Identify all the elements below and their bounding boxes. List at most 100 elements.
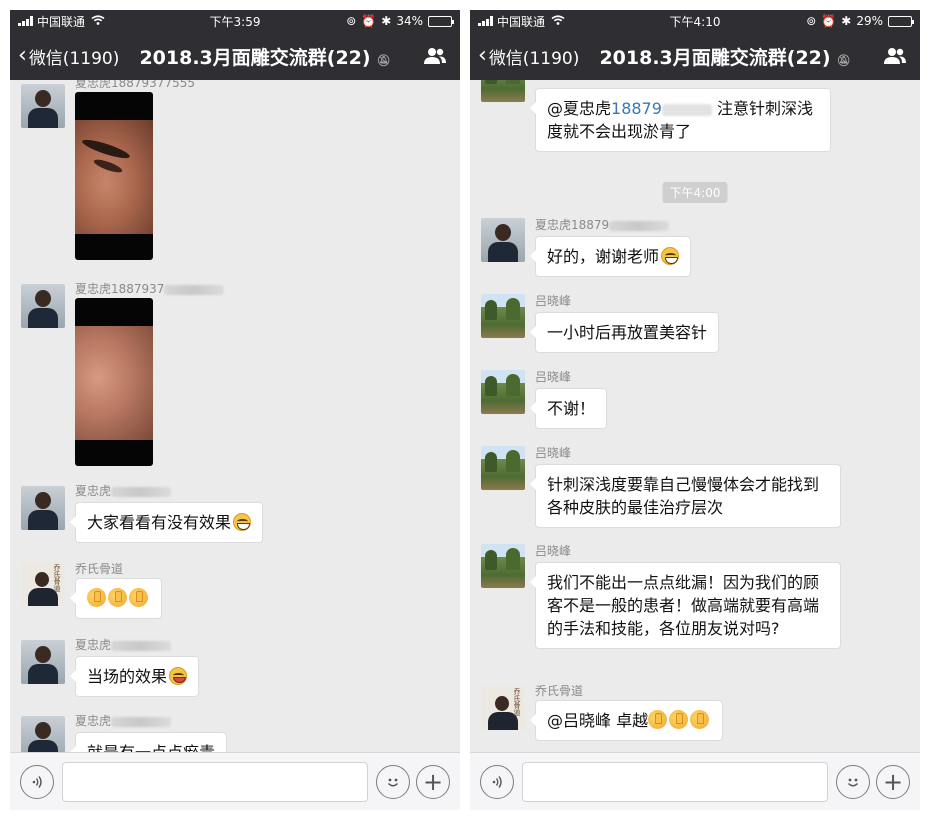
thumbs-up-icon bbox=[108, 588, 127, 607]
message-input[interactable] bbox=[522, 762, 828, 802]
input-bar: + bbox=[470, 752, 920, 810]
text-bubble[interactable]: 大家看看有没有效果 bbox=[69, 502, 264, 543]
voice-button[interactable] bbox=[20, 765, 54, 799]
lock-rotation-icon: ⊚ bbox=[346, 14, 357, 28]
avatar[interactable] bbox=[21, 716, 65, 752]
avatar[interactable] bbox=[481, 80, 525, 102]
text-bubble[interactable]: 就是有一点点瘀青 bbox=[69, 732, 228, 752]
text-bubble[interactable] bbox=[70, 578, 162, 619]
avatar[interactable] bbox=[481, 544, 525, 588]
message-text: 好的，谢谢老师 bbox=[547, 247, 660, 266]
avatar[interactable]: 乔氏骨道 bbox=[21, 562, 65, 606]
back-label: 微信(1190) bbox=[488, 48, 580, 69]
sender-name: 夏忠虎18879377555 bbox=[75, 80, 195, 90]
thumbs-up-icon bbox=[648, 710, 668, 729]
redaction bbox=[661, 103, 712, 116]
image-message[interactable] bbox=[75, 92, 153, 260]
thumbs-up-icon bbox=[669, 710, 689, 729]
thumbs-up-icon bbox=[690, 710, 710, 729]
back-label: 微信(1190) bbox=[28, 48, 120, 69]
chevron-left-icon: ‹ bbox=[18, 43, 27, 68]
signal-icon bbox=[18, 16, 33, 26]
alarm-icon: ⏰ bbox=[361, 14, 377, 28]
redaction bbox=[111, 640, 172, 651]
smile-emoji-icon bbox=[661, 247, 680, 265]
avatar[interactable] bbox=[481, 446, 525, 490]
message-text: 针刺深浅度要靠自己慢慢体会才能找到各种皮肤的最佳治疗层次 bbox=[547, 475, 820, 517]
more-button[interactable]: + bbox=[876, 765, 910, 799]
sender-name-text: 夏忠虎 bbox=[75, 484, 112, 498]
sender-name: 夏忠虎 bbox=[75, 482, 172, 499]
input-bar: + bbox=[10, 752, 460, 810]
signal-icon bbox=[478, 16, 493, 26]
text-bubble[interactable]: 一小时后再放置美容针 bbox=[529, 312, 720, 353]
phone-link[interactable]: 18879 bbox=[611, 99, 662, 118]
sender-name: 乔氏骨道 bbox=[75, 562, 124, 576]
chat-screen-left: 中国联通 下午3:59 ⊚ ⏰ ✱ 34% ‹ 微信(1190) 2018.3月… bbox=[10, 10, 460, 810]
message-list[interactable]: @夏忠虎18879 注意针刺深浅度就不会出现淤青了 下午4:00 夏忠虎1887… bbox=[470, 80, 920, 752]
image-message[interactable] bbox=[75, 298, 153, 466]
redaction bbox=[164, 284, 225, 295]
avatar-calligraphy: 乔氏骨道 bbox=[513, 688, 521, 716]
time-divider: 下午4:00 bbox=[662, 182, 728, 203]
avatar[interactable] bbox=[21, 284, 65, 328]
text-bubble[interactable]: @吕晓峰 卓越 bbox=[529, 700, 724, 741]
emoji-button[interactable] bbox=[836, 765, 870, 799]
bluetooth-icon: ✱ bbox=[381, 14, 392, 28]
wifi-icon bbox=[91, 14, 105, 28]
sender-name: 吕晓峰 bbox=[535, 370, 572, 384]
text-bubble[interactable]: 不谢！ bbox=[529, 388, 608, 429]
message-text: 一小时后再放置美容针 bbox=[547, 323, 708, 342]
redaction bbox=[111, 486, 172, 497]
emoji-icon bbox=[387, 778, 399, 787]
chat-title-text: 2018.3月面雕交流群(22) bbox=[139, 46, 371, 69]
text-bubble[interactable]: 针刺深浅度要靠自己慢慢体会才能找到各种皮肤的最佳治疗层次 bbox=[530, 464, 841, 528]
more-button[interactable]: + bbox=[416, 765, 450, 799]
battery-icon bbox=[888, 15, 914, 27]
thumbs-up-icon bbox=[129, 588, 148, 607]
group-members-button[interactable] bbox=[410, 47, 460, 65]
sender-name: 乔氏骨道 bbox=[535, 684, 584, 698]
avatar[interactable] bbox=[481, 294, 525, 338]
sender-name: 吕晓峰 bbox=[535, 294, 572, 308]
message-text: @吕晓峰 卓越 bbox=[547, 711, 649, 730]
mention: @夏忠虎 bbox=[547, 99, 612, 118]
avatar[interactable] bbox=[21, 486, 65, 530]
avatar[interactable]: 乔氏骨道 bbox=[481, 686, 525, 730]
redaction bbox=[609, 220, 670, 231]
chat-title-text: 2018.3月面雕交流群(22) bbox=[599, 46, 831, 69]
message-list[interactable]: 夏忠虎18879377555 夏忠虎1887937 夏忠虎 大家看看有没有效果 … bbox=[10, 80, 460, 752]
voice-icon bbox=[32, 776, 42, 788]
emoji-button[interactable] bbox=[376, 765, 410, 799]
sender-name: 夏忠虎 bbox=[75, 636, 172, 653]
avatar[interactable] bbox=[21, 84, 65, 128]
text-bubble[interactable]: 好的，谢谢老师 bbox=[529, 236, 692, 277]
grin-emoji-icon bbox=[233, 513, 252, 531]
chat-screen-right: 中国联通 下午4:10 ⊚ ⏰ ✱ 29% ‹ 微信(1190) 2018.3月… bbox=[470, 10, 920, 810]
avatar[interactable] bbox=[481, 218, 525, 262]
message-input[interactable] bbox=[62, 762, 368, 802]
tongue-wink-emoji-icon bbox=[169, 667, 188, 685]
text-bubble[interactable]: 当场的效果 bbox=[69, 656, 200, 697]
message-text: 当场的效果 bbox=[87, 667, 168, 686]
sender-name-text: 夏忠虎1887937 bbox=[75, 282, 165, 296]
alarm-icon: ⏰ bbox=[821, 14, 837, 28]
message-text: 不谢！ bbox=[547, 399, 596, 418]
message-text: 大家看看有没有效果 bbox=[87, 513, 232, 532]
carrier-label: 中国联通 bbox=[37, 14, 86, 29]
emoji-icon bbox=[847, 778, 859, 787]
sender-name-text: 夏忠虎 bbox=[75, 714, 112, 728]
avatar[interactable] bbox=[481, 370, 525, 414]
sender-name: 夏忠虎18879 bbox=[535, 216, 670, 233]
text-bubble[interactable]: @夏忠虎18879 注意针刺深浅度就不会出现淤青了 bbox=[530, 88, 831, 152]
status-bar: 中国联通 下午3:59 ⊚ ⏰ ✱ 34% bbox=[10, 10, 460, 32]
group-members-button[interactable] bbox=[870, 47, 920, 65]
text-bubble[interactable]: 我们不能出一点点纰漏！因为我们的顾客不是一般的患者！做高端就要有高端的手法和技能… bbox=[530, 562, 841, 649]
redaction bbox=[111, 716, 172, 727]
chat-title: 2018.3月面雕交流群(22) 🔕︎ bbox=[120, 43, 410, 70]
chat-title: 2018.3月面雕交流群(22) 🔕︎ bbox=[580, 43, 870, 70]
mute-icon: 🔕︎ bbox=[836, 53, 851, 67]
voice-button[interactable] bbox=[480, 765, 514, 799]
carrier-label: 中国联通 bbox=[497, 14, 546, 29]
avatar[interactable] bbox=[21, 640, 65, 684]
